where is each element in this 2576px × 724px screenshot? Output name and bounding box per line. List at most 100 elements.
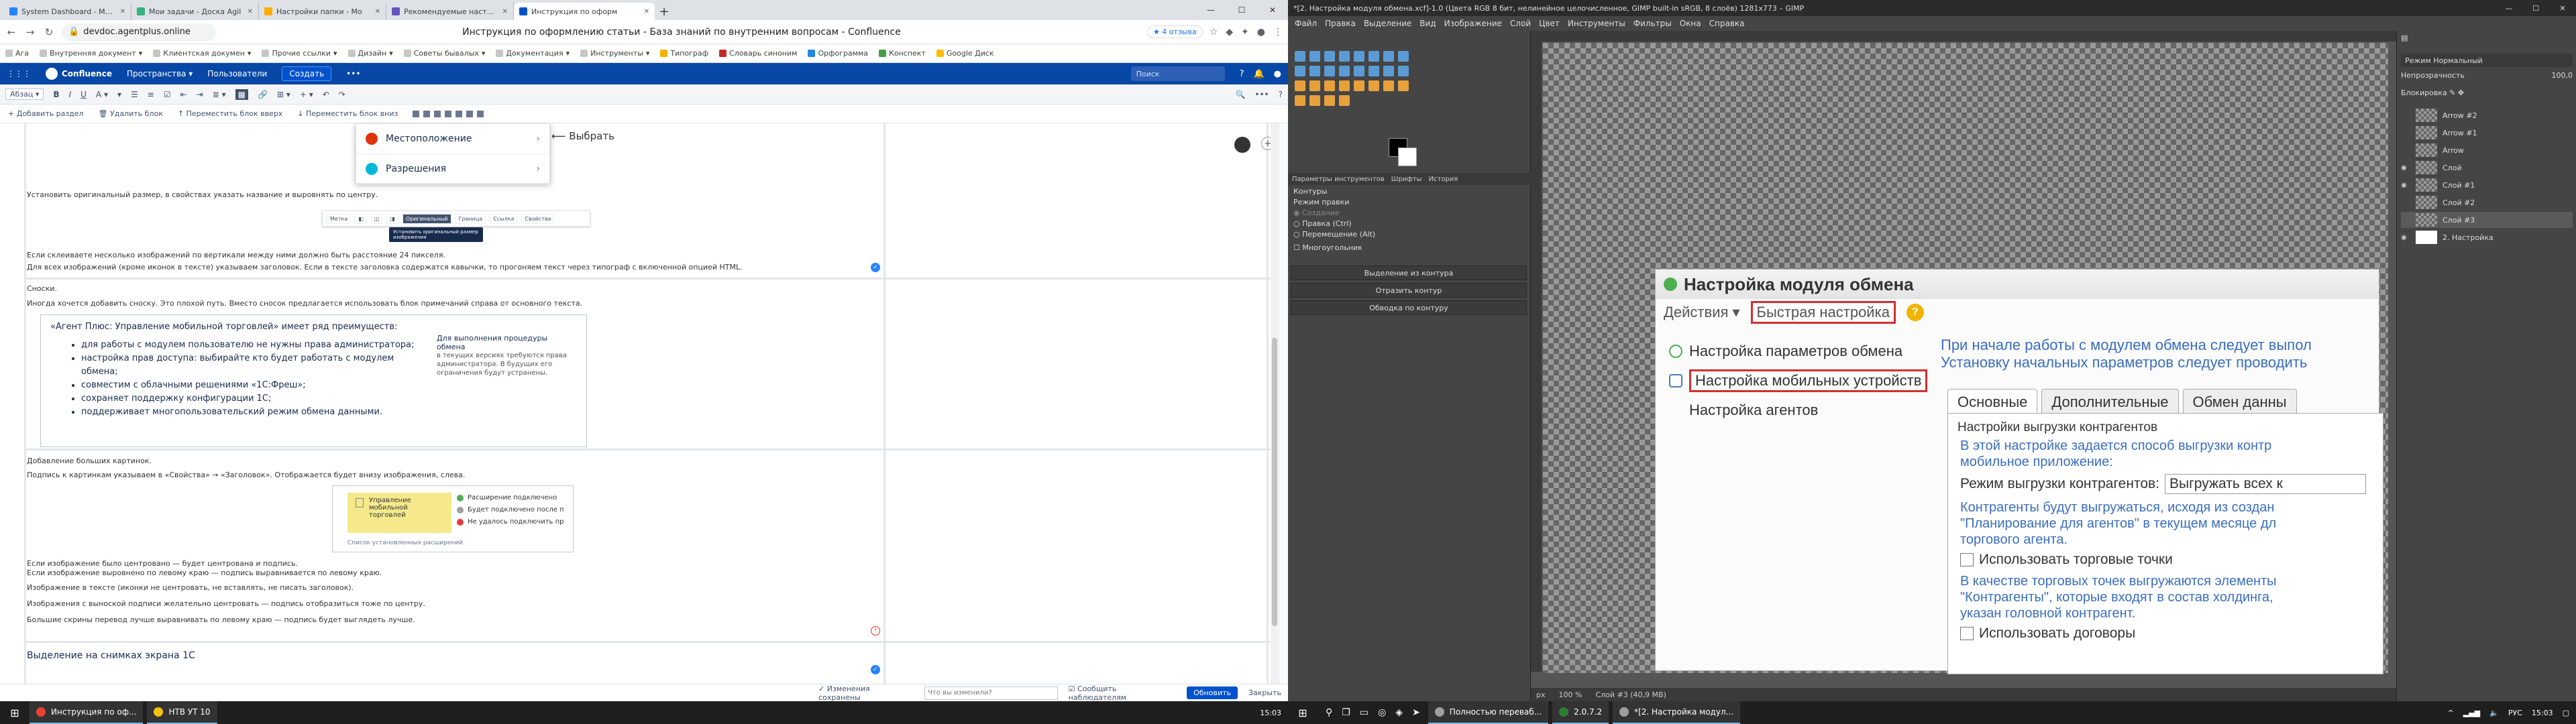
menu-tools[interactable]: Инструменты xyxy=(1568,19,1625,28)
editor-content[interactable]: Местоположение › Разрешения › ⟵ Выбрать + … xyxy=(0,123,1288,684)
menu-dots-icon[interactable]: ⋮ xyxy=(1273,27,1283,38)
indent-icon[interactable]: ⇥ xyxy=(197,90,203,99)
numbered-list-icon[interactable]: ≡ xyxy=(148,90,154,99)
note-panel[interactable]: «Агент Плюс: Управление мобильной торгов… xyxy=(40,314,587,447)
color-picker-tool-icon[interactable] xyxy=(1324,66,1335,76)
language-indicator[interactable]: РУС xyxy=(2508,709,2522,717)
tab-fonts[interactable]: Шрифты xyxy=(1391,176,1422,183)
gradient-tool-icon[interactable] xyxy=(1309,80,1320,91)
bookmark-item[interactable]: Клиентская докумен ▾ xyxy=(153,49,251,58)
measure-tool-icon[interactable] xyxy=(1354,66,1364,76)
eraser-tool-icon[interactable] xyxy=(1354,80,1364,91)
menu-filters[interactable]: Фильтры xyxy=(1633,19,1672,28)
bookmark-item[interactable]: Советы бывалых ▾ xyxy=(403,49,485,58)
move-block-up-button[interactable]: ↑ Переместить блок вверх xyxy=(178,109,282,118)
help-editor-icon[interactable]: ? xyxy=(1279,90,1283,99)
extension-puzzle-icon[interactable]: ✦ xyxy=(1241,27,1249,38)
img-align-center-icon[interactable]: ◫ xyxy=(370,213,383,224)
eye-icon[interactable]: ◉ xyxy=(2401,164,2410,172)
menu-help[interactable]: Справка xyxy=(1709,19,1745,28)
menu-view[interactable]: Вид xyxy=(1419,19,1436,28)
zoom-select[interactable]: 100 % xyxy=(1559,690,1582,699)
layout-wide-icon[interactable] xyxy=(477,110,484,117)
network-icon[interactable]: ▂▄▆ xyxy=(2463,709,2480,717)
ink-tool-icon[interactable] xyxy=(1383,80,1394,91)
layout-2col-icon[interactable] xyxy=(423,110,431,117)
windows-start-icon[interactable]: ⊞ xyxy=(1288,701,1318,724)
close-button[interactable]: Закрыть xyxy=(1248,688,1281,697)
confluence-search[interactable]: Поиск xyxy=(1130,66,1225,81)
unit-select[interactable]: px xyxy=(1536,690,1546,699)
eye-icon[interactable]: ◉ xyxy=(2401,182,2410,189)
help-icon[interactable]: ? xyxy=(1240,69,1244,79)
undo-icon[interactable]: ↶ xyxy=(323,90,329,99)
page-scrollbar[interactable] xyxy=(1279,124,1288,684)
bookmark-item[interactable]: Орфограмма xyxy=(808,49,868,58)
bookmark-item[interactable]: Конспект xyxy=(879,49,926,58)
toolbar-more-icon[interactable]: ••• xyxy=(1254,90,1269,99)
browser-tab-3[interactable]: Настройки папки - Мо ✕ xyxy=(259,3,386,20)
extension-icon[interactable]: ◆ xyxy=(1226,27,1233,38)
layer-row[interactable]: ◉ Слой xyxy=(2401,160,2573,176)
menu-edit[interactable]: Правка xyxy=(1325,19,1356,28)
address-bar[interactable]: 🔒 devdoc.agentplus.online xyxy=(62,23,216,41)
bookmark-star-icon[interactable]: ☆ xyxy=(1210,27,1218,38)
clock[interactable]: 15:03 xyxy=(2532,709,2553,717)
outdent-icon[interactable]: ⇤ xyxy=(180,90,187,99)
radio-create[interactable]: ◉ Создание xyxy=(1293,208,1375,219)
publish-button[interactable]: Обновить xyxy=(1187,686,1238,699)
warp-tool-icon[interactable] xyxy=(1383,66,1394,76)
eye-icon[interactable]: ◉ xyxy=(2401,234,2410,241)
layers-tab-icon[interactable]: ▤ xyxy=(2401,34,2408,42)
rect-select-tool-icon[interactable] xyxy=(1309,51,1320,62)
forward-icon[interactable]: → xyxy=(24,26,36,38)
blur-tool-icon[interactable] xyxy=(1339,95,1350,106)
pencil-tool-icon[interactable] xyxy=(1324,80,1335,91)
choose-link[interactable]: ⟵ Выбрать xyxy=(551,130,614,142)
insert-icon[interactable]: + ▾ xyxy=(300,90,313,99)
clock[interactable]: 15:03 xyxy=(1260,709,1281,717)
move-tool-icon[interactable] xyxy=(1295,51,1305,62)
confluence-logo[interactable]: Confluence xyxy=(46,68,112,80)
link-icon[interactable]: 🔗 xyxy=(258,90,268,99)
layout-right-icon[interactable] xyxy=(455,110,463,117)
heal-tool-icon[interactable] xyxy=(1295,95,1305,106)
windows-start-icon[interactable]: ⊞ xyxy=(0,701,30,724)
flip-tool-icon[interactable] xyxy=(1398,51,1409,62)
background-color-swatch[interactable] xyxy=(1398,147,1417,166)
notifications-icon[interactable]: ▢ xyxy=(2563,709,2569,717)
bookmark-apps[interactable]: Ага xyxy=(5,49,29,58)
close-tab-icon[interactable]: ✕ xyxy=(375,8,380,15)
img-label-button[interactable]: Метка xyxy=(327,213,352,224)
avatar[interactable]: ● xyxy=(1274,69,1281,79)
chrome-pinned-icon[interactable]: ◎ xyxy=(1378,707,1386,718)
rotate-tool-icon[interactable] xyxy=(1368,51,1379,62)
layout-sidebar-icon[interactable] xyxy=(466,110,474,117)
underline-icon[interactable]: U xyxy=(80,90,87,99)
maximize-icon[interactable]: ☐ xyxy=(2522,4,2549,13)
close-tab-icon[interactable]: ✕ xyxy=(120,8,125,15)
layer-row[interactable]: ◉ Слой #1 xyxy=(2401,177,2573,193)
tray-chevron-icon[interactable]: ^ xyxy=(2448,709,2454,717)
bookmark-item[interactable]: Документация ▾ xyxy=(496,49,570,58)
notifications-icon[interactable]: 🔔 xyxy=(1253,69,1264,79)
airbrush-tool-icon[interactable] xyxy=(1368,80,1379,91)
cage-tool-icon[interactable] xyxy=(1398,66,1409,76)
stroke-path-button[interactable]: Обводка по контуру xyxy=(1291,300,1527,315)
layer-row[interactable]: Arrow xyxy=(2401,142,2573,158)
dodge-tool-icon[interactable] xyxy=(1324,95,1335,106)
img-original-button[interactable]: Оригинальный xyxy=(402,213,451,224)
taskbar-item-app[interactable]: Полностью переваб... xyxy=(1428,701,1549,724)
tab-tool-options[interactable]: Параметры инструментов xyxy=(1292,176,1385,183)
bookmark-item[interactable]: Прочие ссылки ▾ xyxy=(262,49,337,58)
close-window-icon[interactable]: ✕ xyxy=(1257,0,1288,20)
volume-icon[interactable]: 🔈 xyxy=(2489,709,2499,717)
taskbar-item-1c[interactable]: НТВ УТ 10 xyxy=(147,701,217,724)
embedded-image[interactable]: Управление мобильной торговлей Расширени… xyxy=(332,485,574,552)
zoom-tool-icon[interactable] xyxy=(1339,66,1350,76)
crop-tool-icon[interactable] xyxy=(1354,51,1364,62)
editor-scrollbar[interactable] xyxy=(1271,123,1279,684)
bookmark-item[interactable]: Типограф xyxy=(660,49,708,58)
layout-3col-icon[interactable] xyxy=(434,110,441,117)
search-icon[interactable]: ⚲ xyxy=(1326,707,1332,718)
